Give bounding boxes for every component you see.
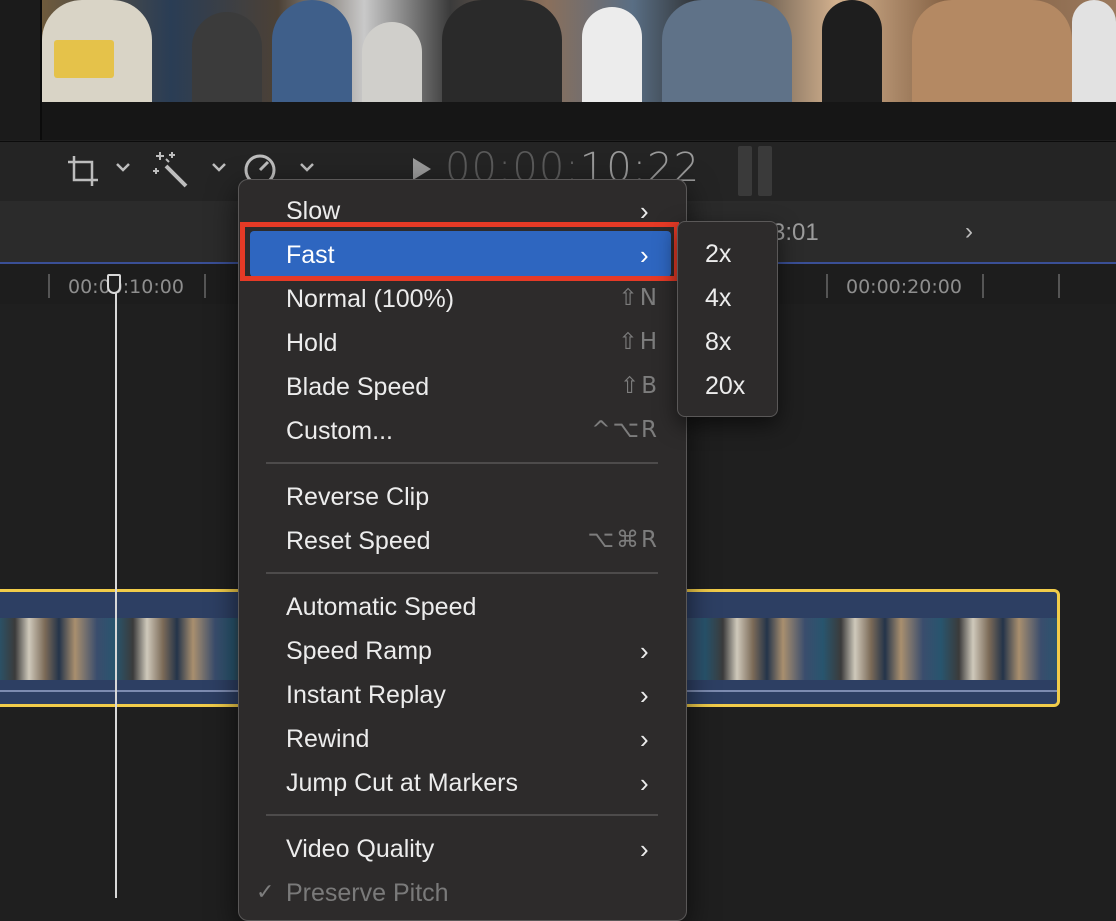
menu-item-label: Normal (100%) — [286, 285, 455, 313]
ruler-label: 00:00:10:00 — [68, 276, 184, 298]
menu-item-custom[interactable]: Custom... ^⌥R — [238, 409, 685, 453]
ruler-tick — [204, 274, 206, 298]
menu-item-preserve-pitch[interactable]: ✓ Preserve Pitch — [238, 871, 685, 915]
fast-submenu: 2x 4x 8x 20x — [677, 221, 778, 417]
chevron-right-icon: › — [640, 724, 649, 754]
menu-item-automatic-speed[interactable]: Automatic Speed — [238, 585, 685, 629]
annotation-highlight-box — [240, 222, 679, 281]
ruler-tick — [826, 274, 828, 298]
menu-item-shortcut: ⇧H — [618, 329, 659, 355]
menu-item-label: Speed Ramp — [286, 637, 432, 665]
crop-icon[interactable] — [66, 154, 100, 192]
chevron-right-icon: › — [640, 680, 649, 710]
submenu-item-4x[interactable]: 4x — [705, 284, 731, 313]
menu-item-label: Jump Cut at Markers — [286, 769, 519, 797]
menu-item-shortcut: ⇧N — [618, 285, 659, 311]
menu-item-blade-speed[interactable]: Blade Speed ⇧B — [238, 365, 685, 409]
timeline-forward-chevron-icon[interactable]: › — [965, 218, 973, 246]
viewer-side-panel — [0, 0, 42, 140]
play-icon[interactable] — [413, 158, 431, 180]
submenu-item-20x[interactable]: 20x — [705, 372, 745, 401]
chevron-right-icon: › — [640, 834, 649, 864]
ruler-tick — [48, 274, 50, 298]
submenu-item-8x[interactable]: 8x — [705, 328, 731, 357]
menu-item-label: Reset Speed — [286, 527, 431, 555]
speed-menu-chevron-icon[interactable] — [298, 160, 316, 179]
menu-item-label: Hold — [286, 329, 338, 357]
ruler-label: 00:00:20:00 — [846, 276, 962, 298]
menu-item-shortcut: ^⌥R — [591, 417, 659, 443]
playhead-handle[interactable] — [107, 274, 121, 294]
magic-wand-icon[interactable] — [152, 150, 190, 192]
audio-level-meter — [738, 146, 778, 196]
menu-item-label: Custom... — [286, 417, 393, 445]
menu-item-video-quality[interactable]: Video Quality › — [238, 827, 685, 871]
chevron-right-icon: › — [640, 636, 649, 666]
menu-item-reset-speed[interactable]: Reset Speed ⌥⌘R — [238, 519, 685, 563]
menu-item-shortcut: ⇧B — [619, 373, 659, 399]
crop-menu-chevron-icon[interactable] — [114, 160, 132, 179]
viewer-status-bar — [42, 102, 1116, 140]
menu-item-label: Rewind — [286, 725, 370, 753]
menu-item-reverse-clip[interactable]: Reverse Clip — [238, 475, 685, 519]
menu-item-label: Preserve Pitch — [286, 879, 449, 907]
chevron-right-icon: › — [640, 768, 649, 798]
menu-item-normal[interactable]: Normal (100%) ⇧N — [238, 277, 685, 321]
menu-item-shortcut: ⌥⌘R — [587, 527, 659, 553]
playhead[interactable] — [115, 274, 117, 898]
menu-separator — [266, 572, 658, 574]
menu-item-label: Video Quality — [286, 835, 435, 863]
timeline-duration: 3:01 — [772, 219, 819, 246]
menu-separator — [266, 814, 658, 816]
menu-item-label: Instant Replay — [286, 681, 446, 709]
ruler-tick — [982, 274, 984, 298]
menu-item-label: Automatic Speed — [286, 593, 477, 621]
menu-item-instant-replay[interactable]: Instant Replay › — [238, 673, 685, 717]
effects-menu-chevron-icon[interactable] — [210, 160, 228, 179]
menu-item-label: Reverse Clip — [286, 483, 430, 511]
menu-separator — [266, 462, 658, 464]
menu-item-jump-cut-at-markers[interactable]: Jump Cut at Markers › — [238, 761, 685, 805]
ruler-tick — [1058, 274, 1060, 298]
menu-item-label: Blade Speed — [286, 373, 430, 401]
menu-item-rewind[interactable]: Rewind › — [238, 717, 685, 761]
menu-item-hold[interactable]: Hold ⇧H — [238, 321, 685, 365]
video-preview — [42, 0, 1116, 102]
checkmark-icon: ✓ — [256, 879, 275, 904]
menu-item-speed-ramp[interactable]: Speed Ramp › — [238, 629, 685, 673]
submenu-item-2x[interactable]: 2x — [705, 240, 731, 269]
